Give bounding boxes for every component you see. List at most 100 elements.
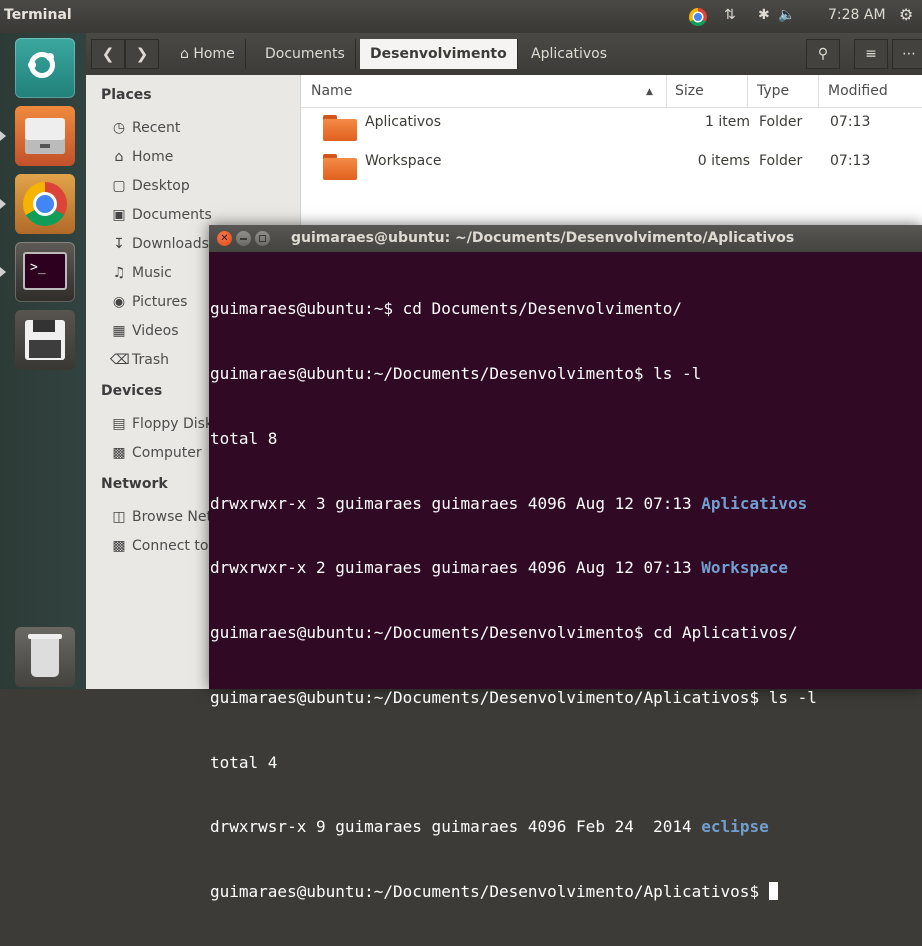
network-icon: ◫ xyxy=(112,509,126,525)
terminal-title: guimaraes@ubuntu: ~/Documents/Desenvolvi… xyxy=(291,230,795,246)
bluetooth-icon[interactable]: ✱ xyxy=(758,7,770,23)
sidebar-item-pictures[interactable]: ◉ Pictures xyxy=(110,294,188,310)
column-divider xyxy=(666,75,667,107)
floppy-icon: ▤ xyxy=(112,416,126,432)
forward-button[interactable]: ❯ xyxy=(125,39,159,69)
terminal-line: guimaraes@ubuntu:~/Documents/Desenvolvim… xyxy=(210,687,817,707)
top-panel: Terminal ⇅ ✱ 🔈 7:28 AM ⚙ xyxy=(0,0,922,33)
column-size[interactable]: Size xyxy=(675,83,704,99)
network-icon[interactable]: ⇅ xyxy=(724,7,736,23)
sidebar-item-music[interactable]: ♫ Music xyxy=(110,265,172,281)
trash-launcher-button[interactable] xyxy=(15,627,75,687)
breadcrumb-documents[interactable]: Documents xyxy=(255,39,356,69)
file-size: 1 item xyxy=(705,114,750,130)
desktop-folder-icon: ▢ xyxy=(112,178,126,194)
file-row[interactable]: Aplicativos 1 item Folder 07:13 xyxy=(301,109,922,147)
file-name: Aplicativos xyxy=(365,114,442,130)
directory-name: Aplicativos xyxy=(701,493,808,513)
download-icon: ↧ xyxy=(113,236,125,252)
column-divider xyxy=(747,75,748,107)
terminal-line: total 4 xyxy=(210,752,278,772)
file-row[interactable]: Workspace 0 items Folder 07:13 xyxy=(301,148,922,186)
terminal-line: guimaraes@ubuntu:~/Documents/Desenvolvim… xyxy=(210,363,702,383)
computer-icon: ▩ xyxy=(112,445,126,461)
folder-icon xyxy=(323,115,357,141)
terminal-line: guimaraes@ubuntu:~/Documents/Desenvolvim… xyxy=(210,623,798,643)
floppy-disk-icon xyxy=(25,320,65,360)
terminal-line: drwxrwsr-x 9 guimaraes guimaraes 4096 Fe… xyxy=(210,817,769,837)
sidebar-item-documents[interactable]: ▣ Documents xyxy=(110,207,211,223)
terminal-line: guimaraes@ubuntu:~$ cd Documents/Desenvo… xyxy=(210,299,683,319)
terminal-icon: >_ xyxy=(23,252,67,290)
breadcrumb-desenvolvimento[interactable]: Desenvolvimento xyxy=(360,39,518,69)
terminal-launcher-button[interactable]: >_ xyxy=(15,242,75,302)
trash-icon xyxy=(28,634,62,677)
sort-arrow-icon: ▲ xyxy=(646,87,653,97)
sidebar-item-trash[interactable]: ⌫ Trash xyxy=(110,352,169,368)
maximize-button[interactable] xyxy=(255,231,270,246)
film-icon: ▦ xyxy=(112,323,126,339)
running-indicator xyxy=(0,131,6,141)
sidebar-item-home[interactable]: ⌂ Home xyxy=(110,149,174,165)
file-name: Workspace xyxy=(365,153,442,169)
minimize-button[interactable] xyxy=(236,231,251,246)
terminal-line: drwxrwxr-x 3 guimaraes guimaraes 4096 Au… xyxy=(210,493,808,513)
chrome-indicator-icon[interactable] xyxy=(689,8,707,26)
file-type: Folder xyxy=(759,153,803,169)
file-manager-toolbar: ❮ ❯ ⌂ Home Documents Desenvolvimento Apl… xyxy=(86,33,922,75)
close-button[interactable]: ✕ xyxy=(217,231,232,246)
places-header: Places xyxy=(101,87,152,103)
dash-button[interactable] xyxy=(15,38,75,98)
home-icon: ⌂ xyxy=(180,46,189,62)
search-button[interactable]: ⚲ xyxy=(806,39,840,69)
trash-icon: ⌫ xyxy=(110,352,130,368)
column-name[interactable]: Name xyxy=(311,83,352,99)
directory-name: eclipse xyxy=(701,817,769,837)
files-launcher-button[interactable] xyxy=(15,106,75,166)
chrome-icon xyxy=(23,182,67,226)
sidebar-item-downloads[interactable]: ↧ Downloads xyxy=(110,236,209,252)
breadcrumb-home[interactable]: ⌂ Home xyxy=(170,39,246,69)
view-options-button[interactable]: ⋯ xyxy=(892,39,922,69)
launcher: >_ xyxy=(0,33,86,689)
running-indicator xyxy=(0,199,6,209)
ubuntu-logo-icon xyxy=(28,52,55,78)
terminal-titlebar[interactable]: ✕ guimaraes@ubuntu: ~/Documents/Desenvol… xyxy=(209,225,922,252)
breadcrumb-aplicativos[interactable]: Aplicativos xyxy=(521,39,617,69)
sidebar-item-floppy[interactable]: ▤ Floppy Disk xyxy=(110,416,213,432)
volume-icon[interactable]: 🔈 xyxy=(778,7,795,23)
running-indicator xyxy=(0,267,6,277)
music-icon: ♫ xyxy=(112,265,126,281)
terminal-line: total 8 xyxy=(210,428,278,448)
active-app-title: Terminal xyxy=(4,7,72,23)
file-modified: 07:13 xyxy=(830,153,871,169)
column-header-row: Name ▲ Size Type Modified xyxy=(301,75,922,108)
menu-button[interactable]: ≡ xyxy=(854,39,888,69)
clock[interactable]: 7:28 AM xyxy=(828,7,886,23)
file-cabinet-icon xyxy=(25,118,65,154)
server-icon: ▩ xyxy=(112,538,126,554)
clock-icon: ◷ xyxy=(112,120,126,136)
column-modified[interactable]: Modified xyxy=(828,83,888,99)
chrome-launcher-button[interactable] xyxy=(15,174,75,234)
file-size: 0 items xyxy=(697,153,750,169)
file-modified: 07:13 xyxy=(830,114,871,130)
terminal-window[interactable]: ✕ guimaraes@ubuntu: ~/Documents/Desenvol… xyxy=(209,225,922,901)
save-launcher-button[interactable] xyxy=(15,310,75,370)
terminal-output[interactable]: guimaraes@ubuntu:~$ cd Documents/Desenvo… xyxy=(209,255,922,901)
terminal-prompt-line[interactable]: guimaraes@ubuntu:~/Documents/Desenvolvim… xyxy=(210,881,922,903)
directory-name: Workspace xyxy=(701,558,788,578)
sidebar-item-computer[interactable]: ▩ Computer xyxy=(110,445,201,461)
column-type[interactable]: Type xyxy=(757,83,789,99)
camera-icon: ◉ xyxy=(112,294,126,310)
sidebar-item-desktop[interactable]: ▢ Desktop xyxy=(110,178,189,194)
back-button[interactable]: ❮ xyxy=(91,39,125,69)
home-icon: ⌂ xyxy=(114,149,124,165)
document-icon: ▣ xyxy=(112,207,126,223)
sidebar-item-recent[interactable]: ◷ Recent xyxy=(110,120,181,136)
terminal-line: drwxrwxr-x 2 guimaraes guimaraes 4096 Au… xyxy=(210,558,788,578)
folder-icon xyxy=(323,154,357,180)
settings-gear-icon[interactable]: ⚙ xyxy=(899,5,913,24)
network-header: Network xyxy=(101,476,168,492)
sidebar-item-videos[interactable]: ▦ Videos xyxy=(110,323,178,339)
